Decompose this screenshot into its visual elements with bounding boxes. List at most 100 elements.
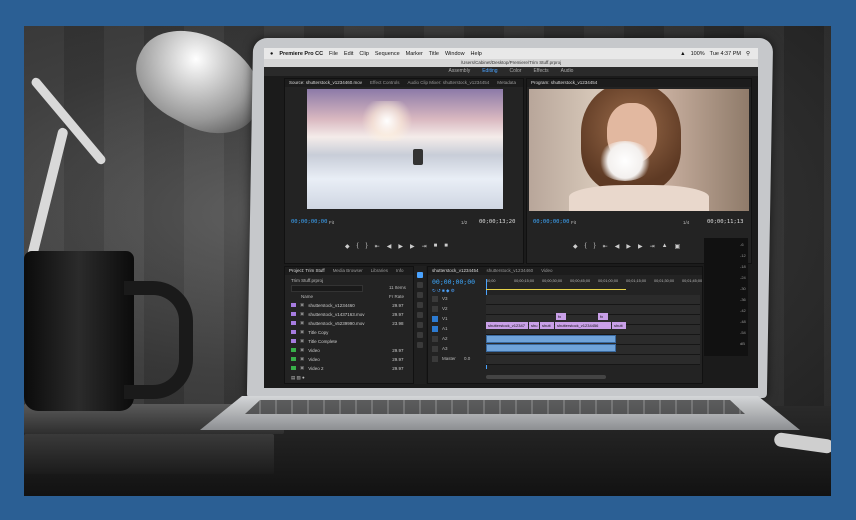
search-icon[interactable]: ⚲ — [746, 51, 750, 57]
go-to-in-icon[interactable]: ⇤ — [375, 243, 380, 250]
overwrite-icon[interactable]: ■ — [444, 243, 448, 250]
insert-icon[interactable]: ■ — [434, 243, 438, 250]
source-ratio[interactable]: 1/2 — [461, 220, 467, 225]
battery-level[interactable]: 100% — [691, 51, 705, 57]
project-list-item[interactable]: ▣ shutterstock_v5239990.mov 23.98 — [291, 320, 409, 326]
track-target-toggle[interactable] — [432, 356, 438, 362]
razor-icon[interactable] — [417, 302, 423, 308]
go-to-out-icon[interactable]: ⇥ — [650, 243, 655, 250]
video-clip[interactable]: shutterstock_v12347 — [486, 322, 528, 329]
slip-icon[interactable] — [417, 312, 423, 318]
in-point-icon[interactable]: { — [357, 243, 359, 250]
tab-info[interactable]: Info — [396, 267, 404, 275]
wifi-icon[interactable]: ▲ — [680, 51, 685, 57]
fx-badge[interactable]: fx — [598, 313, 608, 320]
step-forward-icon[interactable]: ▶ — [410, 243, 415, 250]
track-header-master[interactable]: Master — [442, 356, 456, 361]
tab-media-browser[interactable]: Media Browser — [333, 267, 363, 275]
work-area-bar[interactable] — [486, 289, 626, 290]
tab-sequence-1[interactable]: shutterstock_v1234454 — [432, 267, 479, 275]
track-lane[interactable] — [486, 355, 700, 365]
program-fit-dropdown[interactable]: Fit — [571, 220, 576, 225]
project-list-item[interactable]: ▣ Video 29.97 — [291, 347, 409, 353]
tab-effect-controls[interactable]: Effect Controls — [370, 79, 399, 87]
track-target-toggle[interactable] — [432, 306, 438, 312]
column-name[interactable]: Name — [301, 294, 313, 299]
video-clip[interactable]: shu — [529, 322, 539, 329]
tab-metadata[interactable]: Metadata — [497, 79, 516, 87]
apple-icon[interactable]: ● — [270, 51, 273, 57]
step-back-icon[interactable]: ◀ — [387, 243, 392, 250]
step-forward-icon[interactable]: ▶ — [638, 243, 643, 250]
audio-clip[interactable] — [486, 344, 616, 352]
marker-icon[interactable]: ◆ — [573, 243, 578, 250]
workspace-audio[interactable]: Audio — [561, 67, 574, 76]
track-header-v2[interactable]: V2 — [442, 306, 448, 311]
track-header-v1[interactable]: V1 — [442, 316, 448, 321]
project-list-item[interactable]: ▣ shutterstock_v1437163.mov 29.97 — [291, 311, 409, 317]
timeline-scrollbar[interactable] — [486, 375, 606, 379]
master-volume[interactable]: 0.0 — [464, 356, 470, 361]
project-list-item[interactable]: ▣ Video 2 29.97 — [291, 365, 409, 371]
column-frame-rate[interactable]: Fr Rate — [389, 294, 404, 299]
lift-icon[interactable]: ▲ — [662, 243, 668, 250]
source-timecode-in[interactable]: 00;00;00;00 — [291, 219, 327, 225]
menu-window[interactable]: Window — [445, 51, 465, 57]
source-video-frame[interactable] — [307, 89, 503, 209]
step-back-icon[interactable]: ◀ — [615, 243, 620, 250]
project-list-item[interactable]: ▣ Title Complete — [291, 338, 409, 344]
tab-project[interactable]: Project: Trim Stuff — [289, 267, 325, 275]
track-lane[interactable] — [486, 305, 700, 315]
clock[interactable]: Tue 4:37 PM — [710, 51, 741, 57]
track-lane[interactable] — [486, 295, 700, 305]
source-fit-dropdown[interactable]: Fit — [329, 220, 334, 225]
audio-clip[interactable] — [486, 335, 616, 343]
go-to-out-icon[interactable]: ⇥ — [422, 243, 427, 250]
menu-clip[interactable]: Clip — [359, 51, 368, 57]
track-target-toggle[interactable] — [432, 336, 438, 342]
track-target-toggle[interactable] — [432, 326, 438, 332]
project-list-item[interactable]: ▣ Video 29.97 — [291, 356, 409, 362]
track-header-a1[interactable]: A1 — [442, 326, 448, 331]
ripple-edit-icon[interactable] — [417, 292, 423, 298]
track-select-icon[interactable] — [417, 282, 423, 288]
menu-edit[interactable]: Edit — [344, 51, 353, 57]
tab-audio-clip-mixer[interactable]: Audio Clip Mixer: shutterstock_v1234454 — [407, 79, 489, 87]
track-header-a2[interactable]: A2 — [442, 336, 448, 341]
marker-icon[interactable]: ◆ — [345, 243, 350, 250]
zoom-icon[interactable] — [417, 342, 423, 348]
tab-source[interactable]: Source: shutterstock_v1234460.mov — [289, 79, 362, 87]
workspace-color[interactable]: Color — [510, 67, 522, 76]
video-clip[interactable]: shutterstock_v1234456 — [555, 322, 611, 329]
pen-icon[interactable] — [417, 322, 423, 328]
timeline-timecode[interactable]: 00;00;00;00 — [432, 278, 475, 286]
search-input[interactable] — [291, 285, 363, 292]
menu-sequence[interactable]: Sequence — [375, 51, 400, 57]
selection-tool-icon[interactable] — [417, 272, 423, 278]
menu-title[interactable]: Title — [429, 51, 439, 57]
menu-marker[interactable]: Marker — [406, 51, 423, 57]
export-frame-icon[interactable]: ▣ — [675, 243, 681, 250]
fx-badge[interactable]: fx — [556, 313, 566, 320]
go-to-in-icon[interactable]: ⇤ — [603, 243, 608, 250]
program-video-frame[interactable] — [529, 89, 749, 211]
play-icon[interactable]: ▶ — [626, 243, 631, 250]
in-point-icon[interactable]: { — [585, 243, 587, 250]
time-ruler[interactable]: 00;00 00;00;15;00 00;00;30;00 00;00;45;00 00… — [486, 279, 702, 289]
out-point-icon[interactable]: } — [366, 243, 368, 250]
menu-help[interactable]: Help — [471, 51, 482, 57]
tab-program[interactable]: Program: shutterstock_v1234454 — [531, 79, 597, 87]
video-clip[interactable]: shutt — [612, 322, 626, 329]
workspace-effects[interactable]: Effects — [533, 67, 548, 76]
track-header-v3[interactable]: V3 — [442, 296, 448, 301]
track-header-a3[interactable]: A3 — [442, 346, 448, 351]
project-list-item[interactable]: ▣ shutterstock_v1234460 29.97 — [291, 302, 409, 308]
play-icon[interactable]: ▶ — [398, 243, 403, 250]
out-point-icon[interactable]: } — [594, 243, 596, 250]
workspace-editing[interactable]: Editing — [482, 67, 497, 76]
project-list-item[interactable]: ▣ Title Copy — [291, 329, 409, 335]
menu-file[interactable]: File — [329, 51, 338, 57]
tab-sequence-2[interactable]: shutterstock_v1234460 — [487, 267, 534, 275]
track-target-toggle[interactable] — [432, 316, 438, 322]
program-ratio[interactable]: 1/4 — [683, 220, 689, 225]
